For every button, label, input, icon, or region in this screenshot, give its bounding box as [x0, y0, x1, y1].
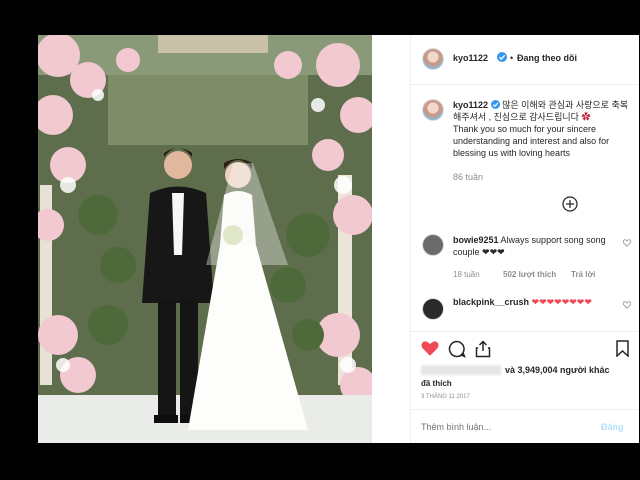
commenter-avatar[interactable]: [422, 298, 444, 320]
author-username[interactable]: kyo1122: [453, 52, 488, 64]
comment-text: ❤❤❤❤❤❤❤❤: [531, 297, 592, 307]
comment-box-divider: [411, 409, 639, 410]
comment-likes[interactable]: 502 lượt thích: [503, 269, 556, 281]
author-avatar[interactable]: [422, 48, 444, 70]
comment-icon[interactable]: [448, 340, 466, 358]
header-divider: [411, 84, 639, 85]
actions-divider: [411, 331, 639, 332]
share-icon[interactable]: [475, 340, 491, 358]
post-sidebar: kyo1122 • Đang theo dõi kyo1122 많은 이해와 관…: [410, 35, 639, 443]
blurred-name: [421, 365, 501, 375]
post-date: 3 THÁNG 11 2017: [421, 394, 470, 400]
comment-2: blackpink__crush ❤❤❤❤❤❤❤❤: [453, 296, 623, 308]
comment-username[interactable]: bowie9251: [453, 235, 499, 245]
caption-username[interactable]: kyo1122: [453, 100, 488, 110]
reply-button[interactable]: Trả lời: [571, 269, 595, 281]
comment-username[interactable]: blackpink__crush: [453, 297, 529, 307]
caption-english: Thank you so much for your sincere under…: [453, 124, 610, 158]
plus-circle-icon[interactable]: [562, 196, 578, 212]
wedding-photo: [38, 35, 372, 443]
caption-avatar[interactable]: [422, 99, 444, 121]
caption-text: kyo1122 많은 이해와 관심과 사랑으로 축복해주셔서 , 진심으로 감사…: [453, 99, 633, 159]
comment-input[interactable]: [421, 419, 581, 435]
verified-icon: [497, 52, 507, 62]
rose-icon: ✿: [581, 112, 591, 122]
post-modal: kyo1122 • Đang theo dõi kyo1122 많은 이해와 관…: [38, 35, 639, 443]
likes-suffix: đã thích: [421, 379, 452, 388]
header-separator: •: [510, 53, 514, 63]
small-heart-icon[interactable]: [623, 301, 631, 309]
bookmark-icon[interactable]: [616, 340, 629, 357]
small-heart-icon[interactable]: [623, 239, 631, 247]
comment-time: 18 tuần: [453, 270, 480, 279]
comment-1: bowie9251 Always support song song coupl…: [453, 234, 623, 258]
caption-time: 86 tuần: [453, 172, 484, 182]
post-photo[interactable]: [38, 35, 372, 443]
follow-status[interactable]: Đang theo dõi: [517, 52, 577, 64]
post-button[interactable]: Đăng: [601, 421, 624, 433]
likes-count[interactable]: và 3,949,004 người khác: [505, 364, 609, 376]
verified-icon: [490, 100, 500, 109]
commenter-avatar[interactable]: [422, 234, 444, 256]
heart-icon[interactable]: [421, 340, 439, 357]
